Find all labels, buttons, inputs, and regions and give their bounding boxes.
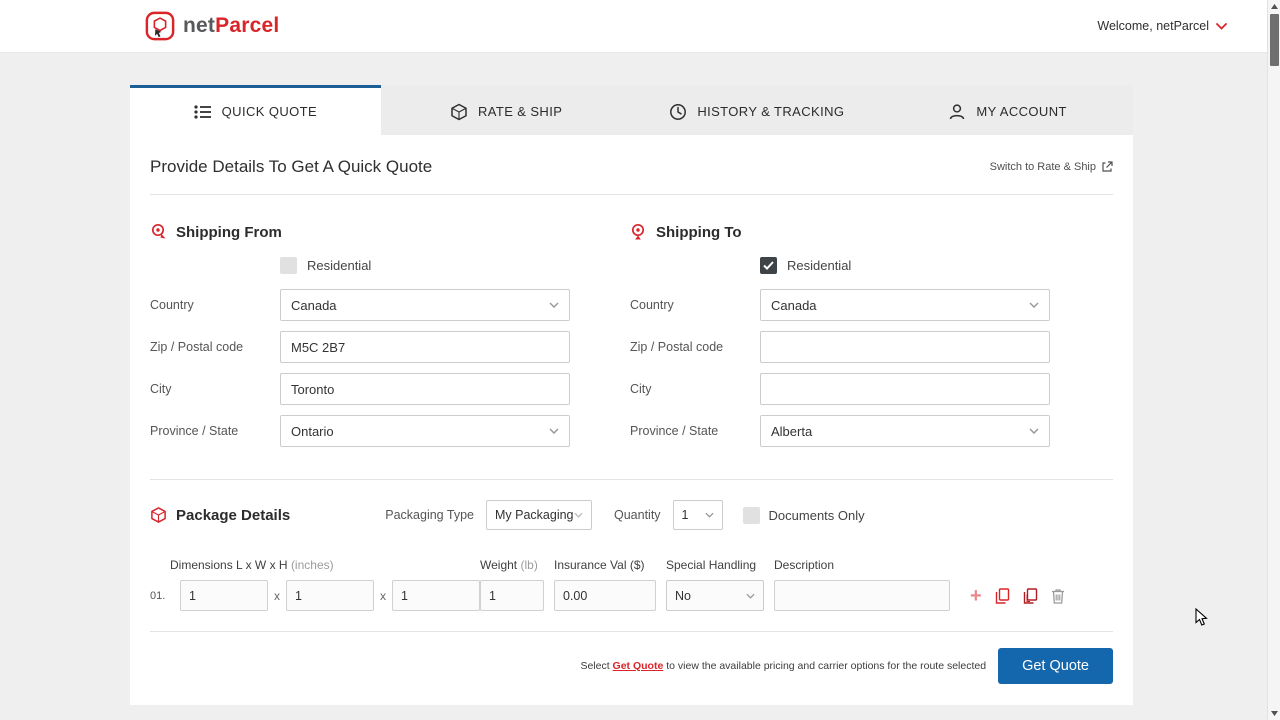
section-title: Shipping From	[176, 224, 282, 241]
weight-column-header: Weight	[480, 558, 517, 572]
netparcel-logo[interactable]: netParcel	[145, 11, 279, 41]
netparcel-logo-icon	[145, 11, 175, 41]
tab-label: HISTORY & TRACKING	[697, 104, 844, 119]
description-input[interactable]	[774, 580, 950, 611]
scroll-up-icon[interactable]	[1271, 4, 1278, 9]
switch-to-rate-ship-link[interactable]: Switch to Rate & Ship	[990, 161, 1113, 173]
documents-only-label: Documents Only	[769, 508, 865, 523]
dimensions-column-header: Dimensions L x W x H	[170, 558, 288, 572]
duplicate-row-icon[interactable]	[1023, 588, 1038, 604]
get-quote-note: Select Get Quote to view the available p…	[580, 660, 986, 672]
chevron-down-icon	[705, 512, 714, 518]
residential-checkbox[interactable]	[280, 257, 297, 274]
quote-card: QUICK QUOTE RATE & SHIP HISTORY & TRACKI…	[130, 85, 1133, 705]
shipping-from-section: Shipping From Residential Country Canada	[150, 211, 630, 457]
country-select[interactable]: Canada	[280, 289, 570, 321]
package-details-section: Package Details Packaging Type My Packag…	[150, 480, 1113, 631]
insurance-column-header: Insurance Val ($)	[554, 558, 645, 572]
city-label: City	[150, 382, 280, 396]
province-label: Province / State	[630, 424, 760, 438]
quantity-select[interactable]: 1	[673, 500, 723, 530]
chevron-down-icon	[1216, 23, 1227, 30]
packaging-type-label: Packaging Type	[385, 508, 474, 522]
top-bar: netParcel Welcome, netParcel	[0, 0, 1267, 53]
main-tabs: QUICK QUOTE RATE & SHIP HISTORY & TRACKI…	[130, 85, 1133, 135]
province-label: Province / State	[150, 424, 280, 438]
mouse-cursor	[1195, 608, 1208, 627]
city-label: City	[630, 382, 760, 396]
residential-label: Residential	[787, 258, 851, 273]
residential-label: Residential	[307, 258, 371, 273]
residential-checkbox[interactable]	[760, 257, 777, 274]
chevron-down-icon	[1029, 302, 1039, 308]
zip-label: Zip / Postal code	[630, 340, 760, 354]
zip-label: Zip / Postal code	[150, 340, 280, 354]
scrollbar-thumb[interactable]	[1270, 14, 1279, 66]
row-index: 01.	[150, 590, 180, 602]
special-handling-select[interactable]: No	[666, 580, 764, 611]
packaging-type-select[interactable]: My Packaging	[486, 500, 592, 530]
section-title: Shipping To	[656, 224, 742, 241]
city-input[interactable]	[280, 373, 570, 405]
dimension-height-input[interactable]	[392, 580, 480, 611]
delete-row-icon[interactable]	[1051, 588, 1065, 604]
quantity-label: Quantity	[614, 508, 661, 522]
zip-input[interactable]	[760, 331, 1050, 363]
welcome-text: Welcome, netParcel	[1097, 19, 1209, 33]
special-handling-column-header: Special Handling	[666, 558, 756, 572]
scrollbar[interactable]	[1267, 0, 1280, 720]
location-pin-icon	[630, 223, 647, 241]
chevron-down-icon	[549, 428, 559, 434]
shipping-to-section: Shipping To Residential Country Canada	[630, 211, 1110, 457]
chevron-down-icon	[746, 593, 755, 599]
tab-label: QUICK QUOTE	[222, 104, 317, 119]
dimension-width-input[interactable]	[286, 580, 374, 611]
page-title: Provide Details To Get A Quick Quote	[150, 157, 432, 177]
tab-label: RATE & SHIP	[478, 104, 562, 119]
clock-icon	[669, 103, 687, 121]
tab-history-tracking[interactable]: HISTORY & TRACKING	[632, 85, 883, 135]
logo-text: netParcel	[183, 14, 279, 38]
documents-only-checkbox[interactable]	[743, 507, 760, 524]
check-icon	[763, 261, 774, 270]
package-icon	[450, 103, 468, 121]
description-column-header: Description	[774, 558, 834, 572]
chevron-down-icon	[574, 512, 583, 518]
dimension-length-input[interactable]	[180, 580, 268, 611]
get-quote-button[interactable]: Get Quote	[998, 648, 1113, 684]
tab-quick-quote[interactable]: QUICK QUOTE	[130, 85, 381, 135]
external-link-icon	[1101, 161, 1113, 173]
insurance-value-input[interactable]	[554, 580, 656, 611]
province-select[interactable]: Alberta	[760, 415, 1050, 447]
add-row-icon[interactable]: +	[970, 586, 982, 606]
package-icon	[150, 506, 167, 524]
package-table-header: Dimensions L x W x H (inches) Weight (lb…	[150, 558, 1113, 572]
location-pin-icon	[150, 223, 167, 241]
chevron-down-icon	[549, 302, 559, 308]
quick-quote-panel: Provide Details To Get A Quick Quote Swi…	[130, 135, 1133, 705]
get-quote-note-link[interactable]: Get Quote	[613, 660, 664, 672]
country-label: Country	[630, 298, 760, 312]
province-select[interactable]: Ontario	[280, 415, 570, 447]
package-row: 01. x x No +	[150, 580, 1113, 631]
user-menu[interactable]: Welcome, netParcel	[1097, 19, 1227, 33]
country-select[interactable]: Canada	[760, 289, 1050, 321]
zip-input[interactable]	[280, 331, 570, 363]
chevron-down-icon	[1029, 428, 1039, 434]
weight-input[interactable]	[480, 580, 544, 611]
scroll-down-icon[interactable]	[1271, 711, 1278, 716]
tab-my-account[interactable]: MY ACCOUNT	[882, 85, 1133, 135]
quick-quote-icon	[194, 104, 212, 120]
tab-label: MY ACCOUNT	[976, 104, 1066, 119]
quote-footer: Select Get Quote to view the available p…	[150, 632, 1113, 702]
copy-row-icon[interactable]	[995, 588, 1010, 604]
section-title: Package Details	[176, 507, 290, 524]
tab-rate-and-ship[interactable]: RATE & SHIP	[381, 85, 632, 135]
person-icon	[948, 103, 966, 121]
country-label: Country	[150, 298, 280, 312]
city-input[interactable]	[760, 373, 1050, 405]
